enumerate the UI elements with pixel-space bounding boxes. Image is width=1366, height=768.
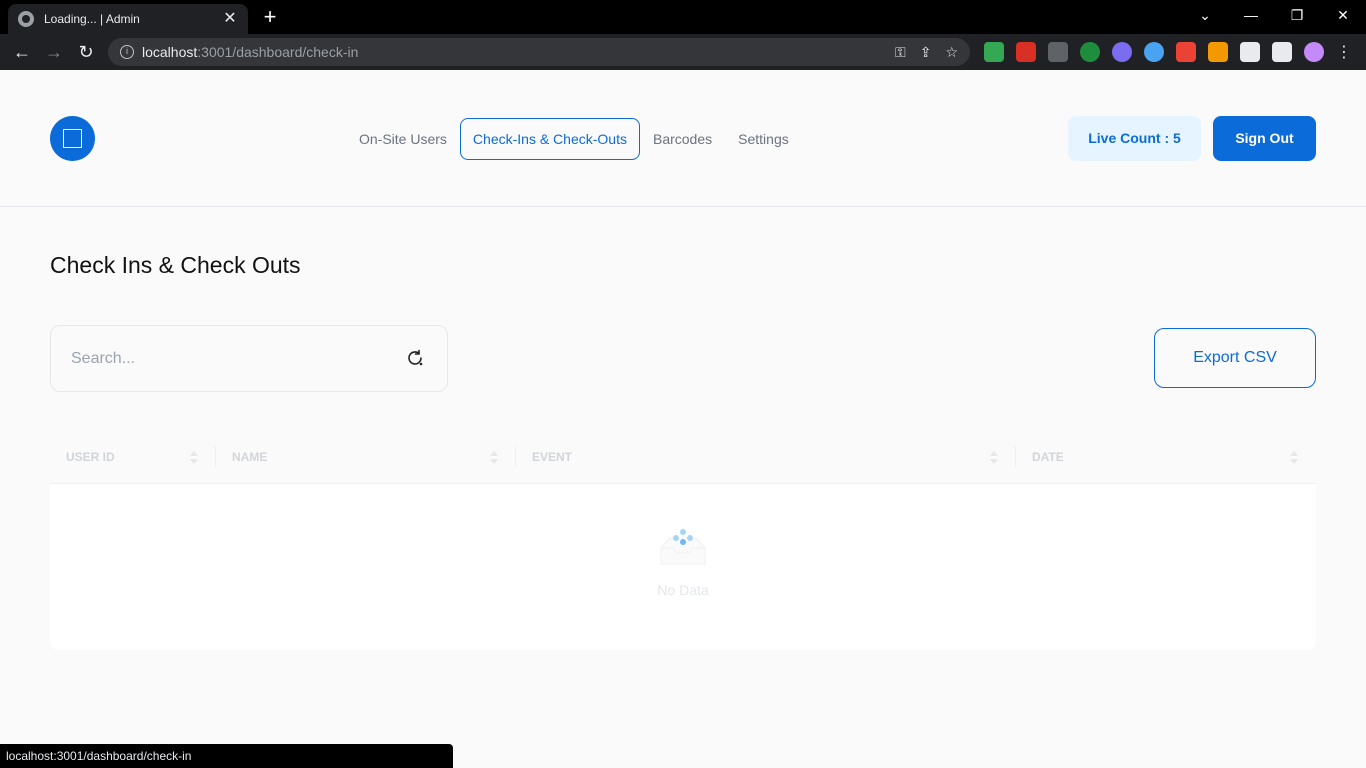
url-path: :3001/dashboard/check-in bbox=[197, 44, 359, 60]
extension-red-icon[interactable] bbox=[1016, 42, 1036, 62]
empty-state-text: No Data bbox=[657, 582, 709, 598]
search-box bbox=[50, 325, 448, 392]
browser-tab-bar: Loading... | Admin ✕ + ⌄ — ❐ ✕ bbox=[0, 0, 1366, 34]
table-header: USER ID NAME EVENT DATE bbox=[50, 432, 1316, 484]
extension-bottle-icon[interactable] bbox=[1176, 42, 1196, 62]
extensions-row: ⋮ bbox=[984, 42, 1352, 62]
logo-square-icon bbox=[63, 129, 82, 148]
main-nav: On-Site Users Check-Ins & Check-Outs Bar… bbox=[346, 118, 802, 160]
bookmark-star-icon[interactable]: ☆ bbox=[945, 44, 958, 61]
column-name[interactable]: NAME bbox=[216, 432, 516, 484]
url-host: localhost bbox=[142, 44, 198, 60]
check-ins-table: USER ID NAME EVENT DATE No Data bbox=[50, 432, 1316, 650]
export-csv-button[interactable]: Export CSV bbox=[1154, 328, 1316, 388]
share-icon[interactable]: ⇪ bbox=[920, 44, 932, 61]
profile-avatar[interactable] bbox=[1304, 42, 1324, 62]
new-tab-button[interactable]: + bbox=[258, 6, 282, 28]
nav-settings[interactable]: Settings bbox=[725, 118, 802, 160]
close-tab-icon[interactable]: ✕ bbox=[222, 11, 238, 27]
extension-gray-icon[interactable] bbox=[1048, 42, 1068, 62]
page-title: Check Ins & Check Outs bbox=[50, 252, 301, 278]
extension-target-icon[interactable] bbox=[1080, 42, 1100, 62]
side-panel-icon[interactable] bbox=[1272, 42, 1292, 62]
app-header: On-Site Users Check-Ins & Check-Outs Bar… bbox=[0, 70, 1366, 207]
back-arrow-icon[interactable]: ← bbox=[10, 40, 34, 64]
sort-user-id-icon[interactable] bbox=[190, 451, 198, 465]
extension-gear-icon[interactable] bbox=[1112, 42, 1132, 62]
sort-event-icon[interactable] bbox=[990, 451, 998, 465]
nav-barcodes[interactable]: Barcodes bbox=[640, 118, 725, 160]
restore-button[interactable]: ❐ bbox=[1274, 4, 1320, 26]
address-bar[interactable]: i localhost:3001/dashboard/check-in ⚿ ⇪ … bbox=[108, 38, 970, 66]
live-count-badge[interactable]: Live Count : 5 bbox=[1068, 116, 1201, 161]
close-window-button[interactable]: ✕ bbox=[1320, 4, 1366, 26]
forward-arrow-icon[interactable]: → bbox=[42, 40, 66, 64]
sign-out-button[interactable]: Sign Out bbox=[1213, 116, 1316, 161]
search-reload-icon[interactable] bbox=[405, 348, 425, 368]
browser-tab[interactable]: Loading... | Admin ✕ bbox=[8, 4, 248, 34]
site-info-icon[interactable]: i bbox=[120, 45, 134, 59]
nav-check-ins-check-outs[interactable]: Check-Ins & Check-Outs bbox=[459, 118, 640, 160]
loading-favicon-icon bbox=[18, 11, 34, 27]
sort-date-icon[interactable] bbox=[1290, 451, 1298, 465]
minimize-button[interactable]: — bbox=[1228, 4, 1274, 26]
extension-note-icon[interactable] bbox=[1208, 42, 1228, 62]
status-bar-url: localhost:3001/dashboard/check-in bbox=[0, 744, 453, 768]
nav-on-site-users[interactable]: On-Site Users bbox=[346, 118, 460, 160]
search-input[interactable] bbox=[71, 346, 391, 372]
browser-menu-icon[interactable]: ⋮ bbox=[1336, 42, 1352, 62]
extension-shield-icon[interactable] bbox=[984, 42, 1004, 62]
app-logo[interactable] bbox=[50, 116, 95, 161]
key-icon[interactable]: ⚿ bbox=[895, 44, 906, 61]
extensions-puzzle-icon[interactable] bbox=[1240, 42, 1260, 62]
column-date[interactable]: DATE bbox=[1016, 432, 1316, 484]
sort-name-icon[interactable] bbox=[490, 451, 498, 465]
tab-title: Loading... | Admin bbox=[44, 12, 140, 26]
extension-color-icon[interactable] bbox=[1144, 42, 1164, 62]
browser-toolbar: ← → ↻ i localhost:3001/dashboard/check-i… bbox=[0, 34, 1366, 70]
tab-search-icon[interactable]: ⌄ bbox=[1182, 4, 1228, 26]
empty-inbox-icon bbox=[660, 529, 706, 565]
column-event[interactable]: EVENT bbox=[516, 432, 1016, 484]
reload-icon[interactable]: ↻ bbox=[74, 40, 98, 64]
